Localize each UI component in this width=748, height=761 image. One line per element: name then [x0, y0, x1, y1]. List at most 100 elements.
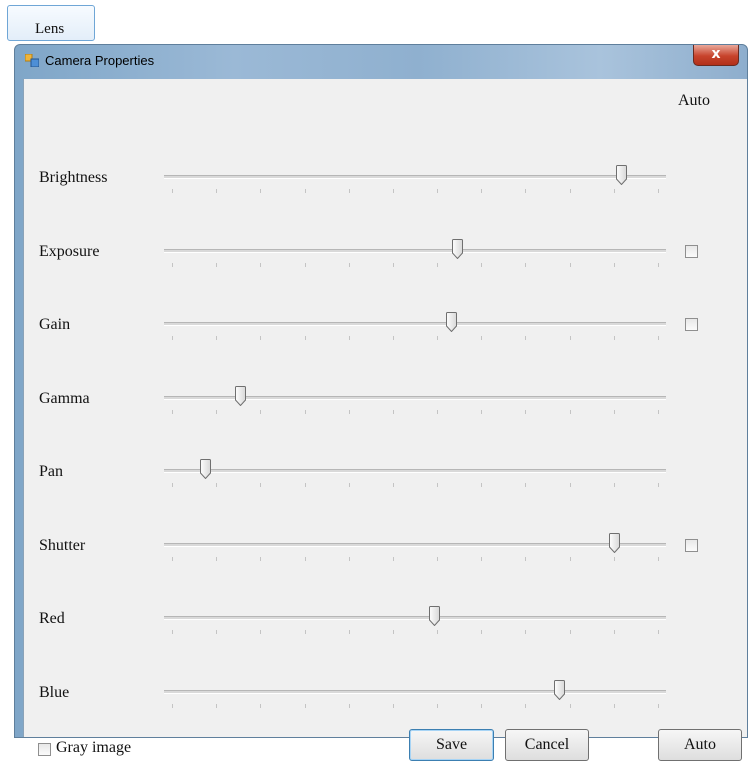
slider-tick	[437, 556, 439, 561]
slider-tick	[392, 189, 394, 193]
slider-tick	[172, 262, 173, 267]
title-bar[interactable]: Camera Properties x	[15, 45, 747, 79]
gray-image-checkbox[interactable]	[38, 743, 51, 756]
slider-tick	[437, 262, 439, 267]
slider-row-gamma: Gamma	[24, 382, 747, 442]
shutter-auto-checkbox[interactable]	[685, 538, 698, 552]
slider-tick	[658, 262, 659, 267]
slider-tick	[569, 556, 571, 561]
gain-auto-checkbox[interactable]	[685, 318, 698, 331]
slider-tick	[260, 630, 262, 634]
close-icon: x	[711, 46, 721, 62]
slider-tick	[613, 483, 615, 487]
slider-tick	[172, 703, 173, 708]
slider-tick	[525, 703, 527, 708]
slider-thumb[interactable]	[446, 312, 458, 332]
slider-tick	[304, 262, 306, 267]
slider-track	[164, 322, 666, 326]
slider-tick	[569, 189, 571, 193]
slider-row-gain: Gain	[24, 308, 747, 368]
auto-column-header: Auto	[678, 92, 710, 109]
slider-tick	[348, 556, 350, 561]
auto-button[interactable]: Auto	[658, 729, 742, 761]
slider-thumb[interactable]	[609, 532, 621, 553]
save-button[interactable]: Save	[409, 729, 494, 761]
pan-slider[interactable]	[164, 455, 666, 505]
slider-tick	[613, 556, 615, 561]
slider-label: Blue	[39, 683, 70, 701]
slider-tick	[481, 483, 483, 487]
slider-tick	[569, 483, 571, 487]
slider-thumb[interactable]	[452, 238, 464, 259]
slider-tick	[172, 483, 173, 487]
slider-tick	[481, 262, 483, 267]
exposure-slider[interactable]	[164, 235, 666, 285]
slider-tick	[658, 703, 659, 708]
blue-slider[interactable]	[164, 676, 666, 726]
slider-row-brightness: Brightness	[24, 161, 747, 221]
slider-tick	[481, 409, 483, 414]
shutter-slider[interactable]	[164, 529, 666, 579]
slider-tick	[216, 556, 218, 561]
cancel-button[interactable]: Cancel	[505, 729, 589, 761]
slider-tick	[304, 630, 306, 634]
slider-tick	[260, 409, 262, 414]
slider-tick	[260, 336, 262, 340]
camera-properties-window: Camera Properties x Auto Brightness Expos…	[14, 44, 748, 761]
slider-tick	[569, 336, 571, 340]
slider-tick	[525, 409, 527, 414]
slider-tick	[658, 409, 659, 414]
slider-track	[164, 469, 666, 473]
slider-tick	[172, 409, 173, 414]
slider-tick	[172, 189, 173, 193]
slider-track	[164, 616, 666, 620]
slider-tick	[392, 703, 394, 708]
red-slider[interactable]	[164, 602, 666, 652]
slider-tick	[304, 483, 306, 487]
slider-label: Pan	[39, 463, 63, 480]
slider-tick	[216, 483, 218, 487]
slider-track	[164, 248, 666, 253]
slider-tick	[260, 262, 262, 267]
slider-tick	[348, 483, 350, 487]
slider-tick	[172, 556, 173, 561]
slider-tick	[437, 409, 439, 414]
slider-tick	[658, 630, 659, 634]
slider-thumb[interactable]	[615, 165, 627, 185]
slider-label: Shutter	[39, 536, 86, 554]
slider-tick	[525, 556, 527, 561]
slider-thumb[interactable]	[429, 606, 441, 626]
window-app-icon	[25, 54, 39, 67]
slider-track	[164, 542, 666, 547]
slider-tick	[392, 483, 394, 487]
slider-tick	[658, 189, 659, 193]
brightness-slider[interactable]	[164, 161, 666, 211]
slider-tick	[569, 630, 571, 634]
slider-tick	[525, 483, 527, 487]
slider-tick	[304, 336, 306, 340]
slider-tick	[569, 409, 571, 414]
slider-tick	[348, 189, 350, 193]
slider-tick	[392, 336, 394, 340]
slider-tick	[216, 189, 218, 193]
slider-tick	[392, 630, 394, 634]
slider-thumb[interactable]	[200, 459, 212, 479]
slider-tick	[525, 189, 527, 193]
gamma-slider[interactable]	[164, 382, 666, 432]
slider-tick	[304, 409, 306, 414]
slider-tick	[613, 189, 615, 193]
slider-tick	[172, 336, 173, 340]
slider-tick	[658, 556, 659, 561]
exposure-auto-checkbox[interactable]	[685, 244, 698, 258]
slider-tick	[216, 409, 218, 414]
slider-thumb[interactable]	[235, 385, 247, 406]
gain-slider[interactable]	[164, 308, 666, 358]
close-button[interactable]: x	[693, 45, 739, 66]
slider-track	[164, 689, 666, 694]
lens-button[interactable]: Lens	[7, 5, 95, 41]
slider-label: Red	[39, 610, 65, 627]
slider-tick	[658, 336, 659, 340]
slider-thumb[interactable]	[554, 679, 566, 700]
slider-tick	[569, 703, 571, 708]
slider-tick	[348, 703, 350, 708]
